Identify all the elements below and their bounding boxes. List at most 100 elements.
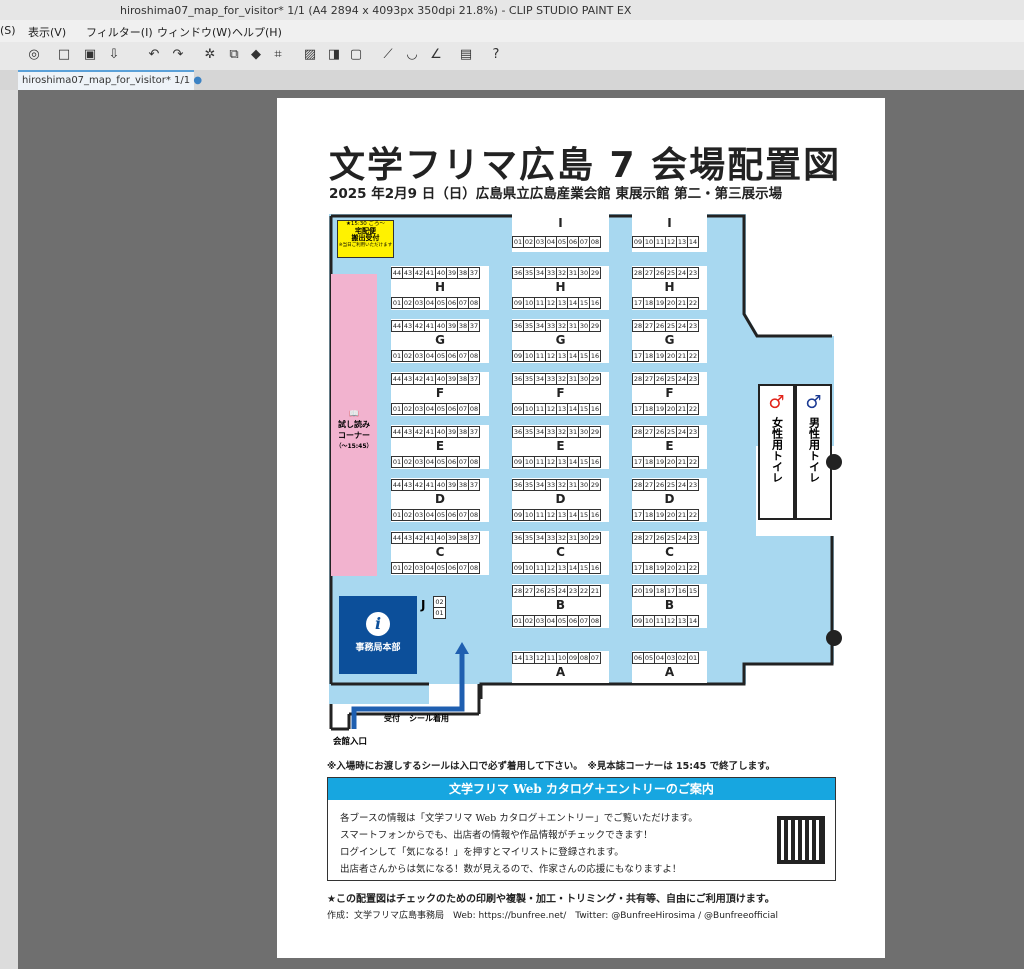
panel-icon[interactable]: ▤ xyxy=(456,45,476,65)
pen-icon[interactable]: ⟋ xyxy=(378,45,398,65)
booth-row: 28 27 26 25 24 23 xyxy=(632,373,699,385)
booth-row: 09 10 11 12 13 14 15 16 xyxy=(512,350,601,362)
booth-row: 28 27 26 25 24 23 xyxy=(632,532,699,544)
menu-item[interactable]: (S) xyxy=(0,24,16,37)
menu-item[interactable]: 表示(V) xyxy=(28,24,66,40)
grid-icon[interactable]: ▨ xyxy=(300,45,320,65)
booth-cell[interactable]: 37 xyxy=(468,373,480,385)
booth-cell[interactable]: 16 xyxy=(589,456,601,468)
reading-corner-title: 試し読み xyxy=(338,420,370,429)
menu-item[interactable]: ヘルプ(H) xyxy=(232,24,282,40)
booth-cell[interactable]: 15 xyxy=(687,585,699,597)
ruler-icon[interactable]: ◨ xyxy=(324,45,344,65)
booth-cell[interactable]: 22 xyxy=(687,509,699,521)
open-icon[interactable]: ▣ xyxy=(80,45,100,65)
booth-cell[interactable]: 22 xyxy=(687,562,699,574)
booth-row: 09 10 11 12 13 14 15 16 xyxy=(512,509,601,521)
booth-cell[interactable]: 16 xyxy=(589,297,601,309)
transform-icon[interactable]: ⌗ xyxy=(268,45,288,65)
block-label: F xyxy=(556,386,565,400)
booth-cell[interactable]: 37 xyxy=(468,267,480,279)
block-label: A xyxy=(555,665,566,679)
menu-item[interactable]: フィルター(I) xyxy=(86,24,153,40)
booth-cell[interactable]: 37 xyxy=(468,479,480,491)
booth-cell[interactable]: 23 xyxy=(687,532,699,544)
block-label: I xyxy=(558,216,563,230)
redo-icon[interactable]: ↷ xyxy=(168,45,188,65)
booth-cell[interactable]: 29 xyxy=(589,267,601,279)
booth-cell[interactable]: 07 xyxy=(589,652,601,664)
angle-icon[interactable]: ∠ xyxy=(426,45,446,65)
select-icon[interactable]: ✲ xyxy=(200,45,220,65)
copy-icon[interactable]: ⧉ xyxy=(224,45,244,65)
save-icon[interactable]: ⇩ xyxy=(104,45,124,65)
booth-cell[interactable]: 23 xyxy=(687,267,699,279)
undo-icon[interactable]: ↶ xyxy=(144,45,164,65)
help-icon[interactable]: ? xyxy=(486,45,506,65)
booth-cell[interactable]: 01 xyxy=(687,652,699,664)
catalog-heading: 文学フリマ Web カタログ＋エントリーのご案内 xyxy=(328,778,835,800)
booth-cell[interactable]: 08 xyxy=(468,403,480,415)
booth-cell[interactable]: 22 xyxy=(687,350,699,362)
booth-cell[interactable]: 08 xyxy=(468,509,480,521)
booth-cell[interactable]: 21 xyxy=(589,585,601,597)
brush-icon[interactable]: ◡ xyxy=(402,45,422,65)
fill-icon[interactable]: ◆ xyxy=(246,45,266,65)
booth-cell[interactable]: 08 xyxy=(468,562,480,574)
booth-cell[interactable]: 22 xyxy=(687,297,699,309)
booth-cell[interactable]: 16 xyxy=(589,509,601,521)
booth-cell[interactable]: 16 xyxy=(589,350,601,362)
booth-row: 36 35 34 33 32 31 30 29 xyxy=(512,373,601,385)
delivery-label2: 搬出受付 xyxy=(351,234,380,242)
booth-row: 01 02 03 04 05 06 07 08 xyxy=(391,456,480,468)
booth-cell[interactable]: 01 xyxy=(433,607,446,619)
booth-cell[interactable]: 29 xyxy=(589,479,601,491)
menu-item[interactable]: ウィンドウ(W) xyxy=(157,24,231,40)
booth-cell[interactable]: 08 xyxy=(589,615,601,627)
booth-row: 36 35 34 33 32 31 30 29 xyxy=(512,426,601,438)
block-label: H xyxy=(434,280,446,294)
document-tab[interactable]: hiroshima07_map_for_visitor* 1/1 ● xyxy=(18,70,202,90)
catalog-line-2: スマートフォンからでも、出店者の情報や作品情報がチェックできます！ xyxy=(340,830,653,841)
frame-icon[interactable]: ▢ xyxy=(346,45,366,65)
booth-row: 01 02 03 04 05 06 07 08 xyxy=(391,403,480,415)
booth-cell[interactable]: 22 xyxy=(687,456,699,468)
booth-cell[interactable]: 29 xyxy=(589,426,601,438)
booth-cell[interactable]: 08 xyxy=(468,350,480,362)
left-panel xyxy=(0,90,18,969)
booth-cell[interactable]: 14 xyxy=(687,236,699,248)
booth-cell[interactable]: 16 xyxy=(589,562,601,574)
booth-row: 28 27 26 25 24 23 xyxy=(632,267,699,279)
men-icon: ♂ xyxy=(805,392,822,413)
booth-cell[interactable]: 08 xyxy=(468,456,480,468)
booth-cell[interactable]: 14 xyxy=(687,615,699,627)
booth-row: 06 05 04 03 02 01 xyxy=(632,652,699,664)
booth-cell[interactable]: 23 xyxy=(687,320,699,332)
booth-row: 17 18 19 20 21 22 xyxy=(632,297,699,309)
booth-cell[interactable]: 08 xyxy=(589,236,601,248)
booth-row: 01 02 03 04 05 06 07 08 xyxy=(391,297,480,309)
new-file-icon[interactable]: □ xyxy=(54,45,74,65)
j-booths: 02 01 xyxy=(433,596,446,619)
block-label: D xyxy=(664,492,675,506)
booth-cell[interactable]: 29 xyxy=(589,320,601,332)
booth-cell[interactable]: 29 xyxy=(589,532,601,544)
booth-cell[interactable]: 37 xyxy=(468,426,480,438)
booth-cell[interactable]: 22 xyxy=(687,403,699,415)
booth-cell[interactable]: 23 xyxy=(687,373,699,385)
booth-cell[interactable]: 16 xyxy=(589,403,601,415)
booth-cell[interactable]: 37 xyxy=(468,532,480,544)
booth-cell[interactable]: 08 xyxy=(468,297,480,309)
booth-cell[interactable]: 23 xyxy=(687,426,699,438)
booth-cell[interactable]: 23 xyxy=(687,479,699,491)
door-icon-bottom xyxy=(826,630,842,646)
qr-code-icon[interactable] xyxy=(777,816,825,864)
booth-cell[interactable]: 29 xyxy=(589,373,601,385)
booth-row: 36 35 34 33 32 31 30 29 xyxy=(512,479,601,491)
women-icon: ♂ xyxy=(768,392,785,413)
booth-cell[interactable]: 37 xyxy=(468,320,480,332)
booth-row: 01 02 03 04 05 06 07 08 xyxy=(391,562,480,574)
home-icon[interactable]: ◎ xyxy=(24,45,44,65)
booth-row: 28 27 26 25 24 23 xyxy=(632,426,699,438)
booth-row: 09 10 11 12 13 14 15 16 xyxy=(512,562,601,574)
